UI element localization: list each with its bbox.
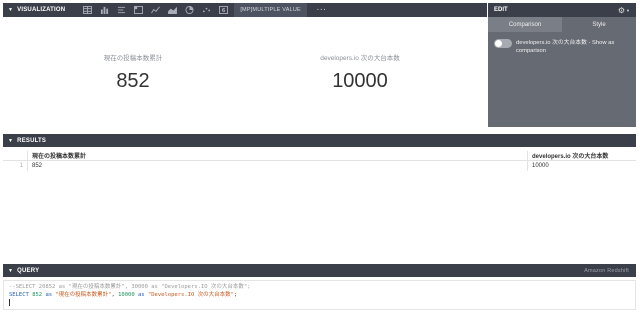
- results-table: 現在の投稿本数累計 developers.io 次の大台本数 1 852 100…: [3, 151, 636, 171]
- table-cell: 10000: [527, 161, 632, 171]
- sql-string: "現在の投稿本数累計": [55, 291, 112, 298]
- sql-keyword: as: [45, 291, 53, 298]
- table-row: 1 852 10000: [3, 161, 636, 171]
- svg-text:6: 6: [222, 8, 226, 14]
- number-label: 現在の投稿本数累計: [103, 55, 163, 62]
- collapse-caret-icon[interactable]: ▼: [8, 7, 13, 13]
- column-header[interactable]: 現在の投稿本数累計: [27, 151, 527, 160]
- cursor-line: [9, 299, 630, 306]
- chevron-down-icon: ▼: [626, 7, 630, 13]
- column-header[interactable]: developers.io 次の大台本数: [527, 151, 632, 160]
- area-chart-icon[interactable]: [167, 6, 178, 15]
- visualization-title: VISUALIZATION: [17, 7, 66, 13]
- number-icon[interactable]: 6: [218, 6, 229, 15]
- sql-number: 852: [32, 291, 43, 298]
- data-source-label: Amazon Redshift: [584, 267, 629, 274]
- visualization-header: ▼ VISUALIZATION 6 [MP]MULTIPLE VALUE ···: [3, 3, 487, 17]
- settings-menu[interactable]: ⚙ ▼: [618, 6, 630, 15]
- edit-panel-title: EDIT: [494, 7, 508, 13]
- pivot-icon[interactable]: [133, 6, 144, 15]
- query-header: ▼ QUERY Amazon Redshift: [3, 264, 636, 277]
- text-icon[interactable]: [116, 6, 127, 15]
- sql-number: 10000: [118, 291, 135, 298]
- show-as-comparison-option: developers.io 次の大台本数 - Show as compariso…: [488, 32, 636, 55]
- multiple-value-tab[interactable]: [MP]MULTIPLE VALUE: [234, 3, 307, 17]
- results-title: RESULTS: [17, 137, 47, 144]
- visualization-type-toolbar: 6 [MP]MULTIPLE VALUE ···: [79, 3, 327, 17]
- sql-keyword: as: [138, 291, 145, 298]
- table-cell: 852: [27, 161, 527, 171]
- edit-tabs: Comparison Style: [488, 17, 636, 32]
- collapse-caret-icon[interactable]: ▼: [8, 138, 13, 144]
- number-display-current-posts: 現在の投稿本数累計 852: [83, 52, 183, 93]
- bar-chart-icon[interactable]: [99, 6, 110, 15]
- tab-comparison[interactable]: Comparison: [488, 17, 562, 32]
- sql-comment-line: --SELECT 20852 as "現在の投稿本数累計", 30000 as …: [9, 284, 251, 290]
- sql-editor[interactable]: --SELECT 20852 as "現在の投稿本数累計", 30000 as …: [3, 280, 636, 310]
- edit-panel: EDIT ⚙ ▼ Comparison Style developers.io …: [488, 3, 636, 127]
- number-display-next-milestone: developers.io 次の大台本数 10000: [305, 52, 415, 93]
- gear-icon: ⚙: [617, 5, 626, 15]
- sql-punctuation: ,: [111, 291, 115, 298]
- tab-style[interactable]: Style: [562, 17, 636, 32]
- number-value: 10000: [332, 70, 388, 92]
- table-header-row: 現在の投稿本数累計 developers.io 次の大台本数: [3, 151, 636, 161]
- collapse-caret-icon[interactable]: ▼: [8, 268, 13, 274]
- toggle-knob: [495, 40, 502, 47]
- edit-panel-header: EDIT ⚙ ▼: [488, 3, 636, 17]
- comparison-toggle[interactable]: [494, 39, 512, 48]
- line-chart-icon[interactable]: [150, 6, 161, 15]
- number-value: 852: [116, 70, 150, 92]
- sql-punctuation: ;: [233, 291, 238, 298]
- row-index: 1: [19, 163, 23, 169]
- sql-statement-line: SELECT 852 as "現在の投稿本数累計", 10000 as "Dev…: [9, 292, 630, 300]
- more-options-icon[interactable]: ···: [317, 7, 327, 14]
- text-cursor: [9, 299, 10, 306]
- sql-keyword: SELECT: [9, 291, 29, 298]
- comparison-toggle-label: developers.io 次の大台本数 - Show as compariso…: [516, 40, 615, 54]
- number-label: developers.io 次の大台本数: [320, 55, 400, 62]
- scatter-icon[interactable]: [201, 6, 212, 15]
- pie-chart-icon[interactable]: [184, 6, 195, 15]
- table-icon[interactable]: [82, 6, 93, 15]
- query-title: QUERY: [17, 267, 40, 274]
- results-header: ▼ RESULTS: [3, 134, 636, 147]
- sql-string: "Developers.IO 次の大台本数": [147, 291, 234, 298]
